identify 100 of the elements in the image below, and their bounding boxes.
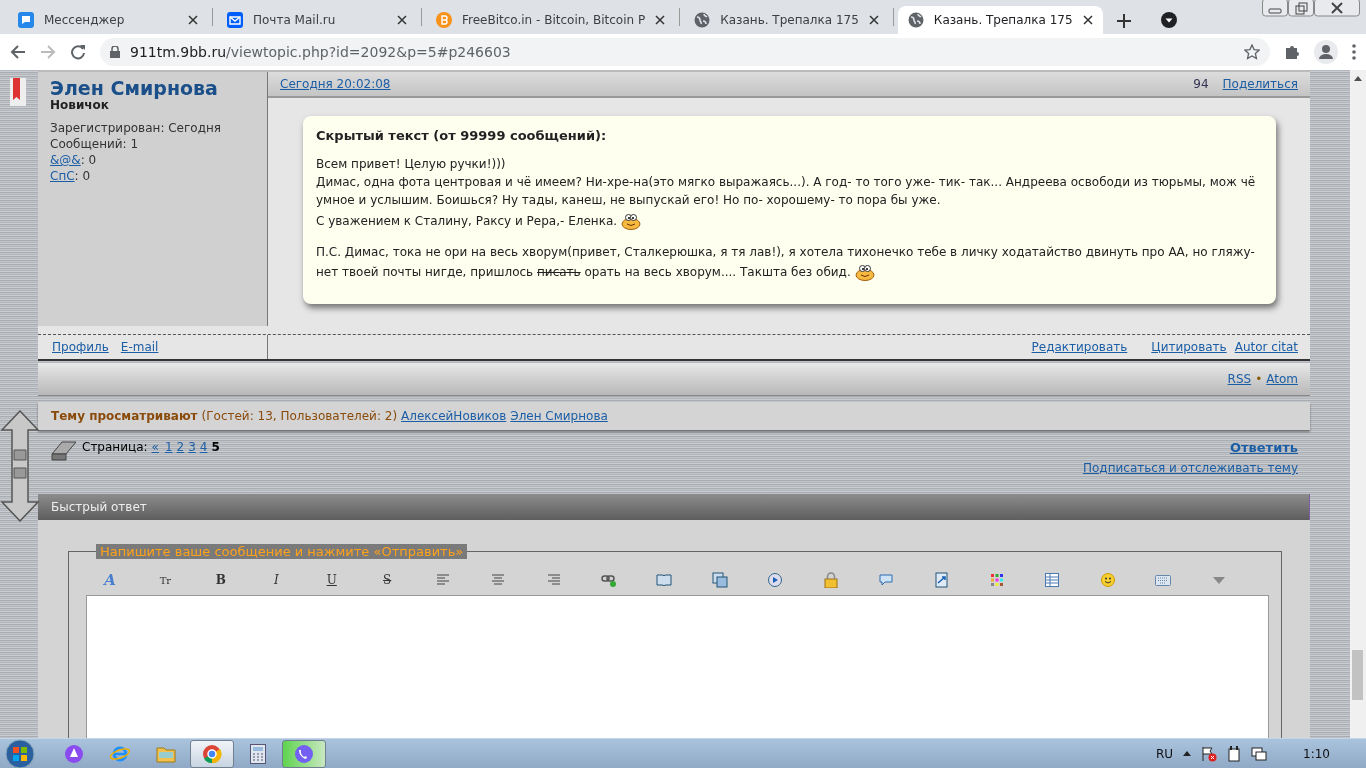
format-button[interactable]: Tr bbox=[159, 574, 172, 586]
smiley-icon[interactable] bbox=[1100, 573, 1115, 587]
color-grid-icon[interactable] bbox=[991, 574, 1003, 586]
browser-tab[interactable]: FreeBitco.in - Bitcoin, Bitcoin P bbox=[426, 6, 676, 34]
post-action-link[interactable]: Autor citat bbox=[1234, 340, 1298, 354]
user-link[interactable]: Элен Смирнова bbox=[510, 409, 608, 423]
feed-link[interactable]: RSS bbox=[1227, 372, 1252, 386]
author-name: Элен Смирнова bbox=[50, 78, 219, 98]
profile-link[interactable]: E-mail bbox=[120, 340, 159, 354]
close-icon[interactable] bbox=[655, 15, 666, 25]
page-link[interactable]: 4 bbox=[199, 440, 208, 454]
smiley-icon bbox=[854, 264, 875, 281]
coin-icon bbox=[436, 12, 452, 28]
caret-up-icon[interactable] bbox=[1183, 751, 1192, 756]
post-number: 94 bbox=[1193, 77, 1209, 91]
reply-link[interactable]: Ответить bbox=[1229, 440, 1298, 455]
scroll-arrows-drawing[interactable] bbox=[0, 410, 40, 522]
taskbar-app[interactable] bbox=[282, 739, 326, 768]
share-link[interactable]: Поделиться bbox=[1222, 77, 1298, 91]
minimize-button[interactable] bbox=[1262, 0, 1288, 17]
new-tab-button[interactable] bbox=[1116, 14, 1131, 28]
page-link[interactable]: 1 bbox=[164, 440, 173, 454]
feed-link[interactable]: Atom bbox=[1266, 372, 1298, 386]
post-action-link[interactable]: Цитировать bbox=[1151, 340, 1227, 354]
scrollbar[interactable] bbox=[1350, 70, 1366, 738]
previous-page-link[interactable]: « bbox=[151, 440, 159, 454]
author-stat: СпС: 0 bbox=[50, 168, 92, 184]
address-bar[interactable]: 911tm.9bb.ru/viewtopic.php?id=2092&p=5#p246603 bbox=[100, 38, 1270, 66]
calculator-icon[interactable] bbox=[250, 743, 266, 764]
bookmark-star-icon[interactable] bbox=[1244, 44, 1260, 60]
book-icon[interactable] bbox=[656, 574, 673, 586]
link-icon[interactable] bbox=[600, 573, 617, 587]
close-icon[interactable] bbox=[397, 15, 407, 25]
scroll-up-icon[interactable] bbox=[1354, 76, 1362, 81]
language-indicator[interactable]: RU bbox=[1155, 746, 1174, 761]
format-button[interactable]: U bbox=[326, 573, 337, 587]
browser-tab[interactable]: Почта Mail.ru bbox=[217, 6, 417, 34]
viber-icon[interactable] bbox=[294, 743, 314, 764]
post-date-link[interactable]: Сегодня 20:02:08 bbox=[280, 77, 391, 91]
viewers-count: (Гостей: 13, Пользователей: 2) bbox=[201, 409, 398, 423]
separator-dot: • bbox=[1255, 372, 1263, 386]
scroll-thumb[interactable] bbox=[1352, 650, 1363, 700]
quick-reply-header: Быстрый ответ bbox=[38, 494, 1310, 520]
message-paragraph: Всем привет! Целую ручки!))) bbox=[316, 156, 507, 173]
page-link[interactable]: 3 bbox=[188, 440, 196, 454]
page-link[interactable]: 2 bbox=[176, 440, 185, 454]
browser-tab[interactable]: Казань. Трепалка 175 bbox=[897, 6, 1103, 34]
menu-icon[interactable] bbox=[1352, 44, 1356, 60]
lock-icon[interactable] bbox=[823, 572, 838, 588]
table-icon[interactable] bbox=[1045, 573, 1060, 587]
profile-icon[interactable] bbox=[1314, 40, 1338, 64]
format-button[interactable]: B bbox=[215, 573, 226, 587]
document-icon[interactable] bbox=[933, 572, 950, 588]
profile-link[interactable]: Профиль bbox=[52, 340, 109, 354]
page-label: Страница: bbox=[82, 440, 148, 454]
reload-button[interactable] bbox=[70, 44, 86, 60]
user-link[interactable]: АлексейНовиков bbox=[401, 409, 507, 423]
smiley-icon bbox=[620, 213, 641, 230]
bookmark-icon bbox=[10, 78, 26, 106]
format-button[interactable]: I bbox=[273, 573, 279, 587]
lock-icon bbox=[110, 46, 120, 58]
message-paragraph: С уважением к Сталину, Раксу и Рера,- Еленка. bbox=[316, 212, 1263, 230]
message-paragraph: П.С. Димас, тока не ори на весь хворум(привет, Сталкерюшка, я тя лав!), я хотела тихонечко тебе в личку ходатайство двинуть про АА, но гляжу- нет твоей почты нигде, пришлось писать орать на весь хворум.... Такшта без обид. bbox=[316, 244, 1256, 282]
chrome-icon[interactable] bbox=[202, 743, 222, 764]
stat-link[interactable]: &@& bbox=[50, 153, 81, 167]
puzzle-icon[interactable] bbox=[1284, 44, 1300, 60]
taskbar-app[interactable] bbox=[190, 739, 234, 768]
viewers-label: Тему просматривают bbox=[51, 409, 198, 423]
subscribe-link[interactable]: Подписаться и отслеживать тему bbox=[1083, 461, 1298, 475]
chat-bubble-icon bbox=[18, 12, 34, 28]
envelope-icon bbox=[227, 12, 243, 28]
caret-down-icon[interactable] bbox=[1212, 576, 1225, 584]
picture-icon[interactable] bbox=[711, 572, 728, 588]
network-icon[interactable] bbox=[1251, 745, 1268, 762]
start-button[interactable] bbox=[4, 738, 36, 768]
author-rank: Новичок bbox=[50, 98, 110, 112]
globe-icon bbox=[907, 12, 924, 28]
post-action-link[interactable]: Редактировать bbox=[1031, 340, 1128, 354]
form-legend: Напишите ваше сообщение и нажмите «Отправить» bbox=[96, 544, 468, 559]
globe-icon bbox=[694, 12, 711, 28]
close-icon[interactable] bbox=[868, 15, 879, 25]
clock[interactable]: 1:10 bbox=[1303, 746, 1330, 761]
keyboard-icon[interactable] bbox=[1155, 574, 1172, 586]
browser-tab[interactable]: Мессенджер bbox=[8, 6, 208, 34]
message-paragraph: Димас, одна фота центровая и чё имеем? Ни-хре-на(это мягко выражаясь...). А год- то того уже- тик- так... Андреева освободи из тюрьмы, мож чё умное и услышим. Боишься? Ну тады, канеш, не выпускай его! Но по- хорошему- то пора бы уже. bbox=[316, 174, 1257, 209]
format-button[interactable]: S bbox=[383, 573, 392, 587]
speech-bubble-icon[interactable] bbox=[879, 574, 894, 586]
restore-button[interactable] bbox=[1288, 0, 1314, 17]
close-icon[interactable] bbox=[188, 15, 198, 25]
assistant-icon[interactable] bbox=[64, 743, 84, 764]
flag-icon[interactable] bbox=[1201, 745, 1218, 762]
browser-tab[interactable]: Казань. Трепалка 175 bbox=[684, 6, 889, 34]
back-button[interactable] bbox=[10, 44, 26, 60]
tab-search-icon[interactable] bbox=[1160, 12, 1177, 28]
close-button[interactable] bbox=[1314, 0, 1360, 17]
close-icon[interactable] bbox=[1082, 15, 1093, 25]
hidden-text-title: Скрытый текст (от 99999 сообщений): bbox=[316, 128, 608, 143]
stat-link[interactable]: СпС bbox=[50, 169, 75, 183]
play-icon[interactable] bbox=[768, 573, 783, 587]
device-icon[interactable] bbox=[1227, 745, 1242, 762]
